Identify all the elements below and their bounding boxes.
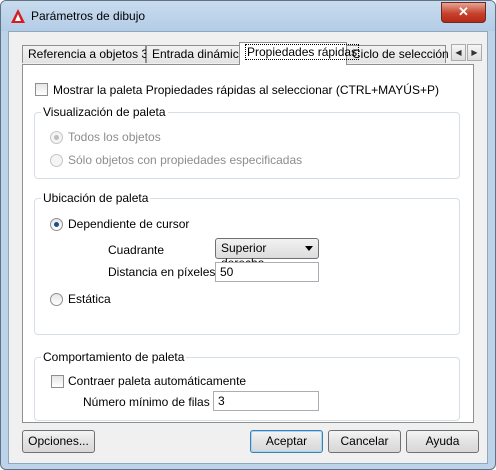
show-palette-checkbox[interactable]	[35, 83, 48, 96]
tab-scroll-left-button[interactable]: ◀	[451, 44, 466, 61]
dialog-client-area: Referencia a objetos 3D Entrada dinámica…	[8, 31, 488, 464]
radio-todos-objetos-label[interactable]: Todos los objetos	[68, 130, 161, 144]
radio-dependiente-cursor-label[interactable]: Dependiente de cursor	[68, 217, 189, 231]
group-comportamiento-title: Comportamiento de paleta	[41, 350, 187, 364]
radio-estatica-label[interactable]: Estática	[68, 292, 111, 306]
tab-page-propiedades-rapidas: Mostrar la paleta Propiedades rápidas al…	[22, 64, 474, 423]
ayuda-button[interactable]: Ayuda	[406, 430, 479, 453]
distancia-input[interactable]: 50	[215, 262, 319, 282]
tab-label: Entrada dinámica	[152, 47, 246, 61]
group-ubicacion-title: Ubicación de paleta	[41, 191, 151, 205]
group-comportamiento: Comportamiento de paleta Contraer paleta…	[34, 350, 460, 421]
tab-label: Ciclo de selección	[352, 47, 449, 61]
autocad-app-icon	[11, 9, 25, 23]
radio-solo-objetos-label[interactable]: Sólo objetos con propiedades especificad…	[68, 153, 302, 167]
opciones-button[interactable]: Opciones...	[22, 430, 95, 453]
distancia-label: Distancia en píxeles	[108, 265, 216, 279]
cuadrante-dropdown[interactable]: Superior derecha	[215, 238, 319, 270]
show-palette-label[interactable]: Mostrar la paleta Propiedades rápidas al…	[53, 83, 439, 97]
tab-scroll-right-button[interactable]: ▶	[467, 44, 482, 61]
cancelar-button[interactable]: Cancelar	[328, 430, 401, 453]
arrow-right-icon: ▶	[471, 48, 478, 57]
radio-estatica[interactable]	[50, 293, 63, 306]
tab-ciclo-seleccion[interactable]: Ciclo de selección	[346, 45, 449, 63]
contraer-label[interactable]: Contraer paleta automáticamente	[68, 374, 246, 388]
radio-todos-objetos[interactable]	[50, 131, 63, 144]
tab-entrada-dinamica[interactable]: Entrada dinámica	[146, 45, 245, 63]
window-title: Parámetros de dibujo	[31, 9, 146, 23]
tab-propiedades-rapidas[interactable]: Propiedades rápidas	[239, 42, 360, 65]
cuadrante-label: Cuadrante	[108, 243, 165, 257]
contraer-checkbox[interactable]	[51, 375, 64, 388]
close-icon: ✕	[458, 4, 469, 19]
dialog-window: Parámetros de dibujo ✕ Referencia a obje…	[0, 0, 496, 470]
min-rows-label: Número mínimo de filas	[83, 395, 210, 409]
tab-referencia-3d[interactable]: Referencia a objetos 3D	[22, 45, 157, 63]
min-rows-input[interactable]: 3	[213, 391, 319, 411]
group-visualizacion: Visualización de paleta Todos los objeto…	[34, 105, 460, 179]
tab-label: Propiedades rápidas	[245, 44, 360, 60]
radio-dependiente-cursor[interactable]	[50, 218, 63, 231]
chevron-down-icon	[305, 246, 313, 251]
title-bar[interactable]: Parámetros de dibujo ✕	[1, 1, 495, 31]
group-ubicacion: Ubicación de paleta Dependiente de curso…	[34, 191, 460, 335]
group-visualizacion-title: Visualización de paleta	[41, 105, 168, 119]
tab-label: Referencia a objetos 3D	[28, 47, 157, 61]
radio-solo-objetos[interactable]	[50, 154, 63, 167]
close-button[interactable]: ✕	[441, 2, 486, 23]
arrow-left-icon: ◀	[455, 48, 462, 57]
aceptar-button[interactable]: Aceptar	[250, 430, 323, 453]
